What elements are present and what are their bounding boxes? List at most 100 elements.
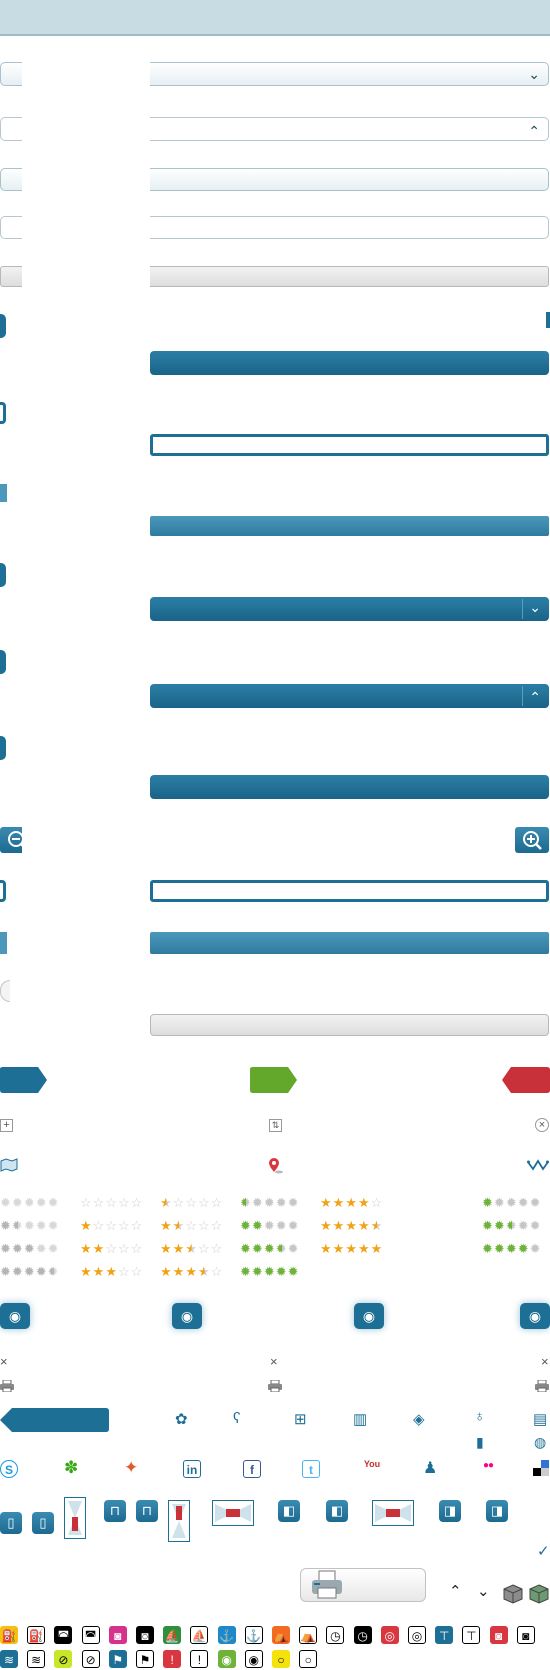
youtube-icon[interactable]: You — [362, 1460, 382, 1478]
star-icon: ★ — [160, 1241, 173, 1256]
printer-icon[interactable] — [268, 1380, 282, 1392]
outlined-input[interactable] — [150, 880, 549, 902]
star-rating[interactable]: ★☆☆☆☆ — [80, 1219, 143, 1233]
star-icon: ✹ — [23, 1264, 36, 1279]
star-rating[interactable]: ★★★★★ — [320, 1219, 383, 1233]
star-icon: ★ — [332, 1218, 346, 1233]
zoom-in-icon — [523, 831, 542, 850]
star-rating[interactable]: ✹✹✹✹✹ — [482, 1219, 542, 1233]
star-rating[interactable]: ★★★★☆ — [160, 1265, 223, 1279]
star-rating[interactable]: ★★★☆☆ — [80, 1265, 143, 1279]
hourglass-slider[interactable] — [64, 1497, 86, 1539]
star-rating[interactable]: ✹✹✹✹✹ — [240, 1196, 300, 1210]
star-icon: ✹ — [493, 1218, 506, 1233]
eye-button[interactable]: ◉ — [520, 1303, 550, 1329]
tab-marker-right — [546, 312, 550, 328]
close-icon[interactable]: × — [541, 1354, 549, 1369]
printer-icon[interactable] — [535, 1380, 549, 1392]
chevron-down-icon[interactable]: ⌄ — [477, 1582, 490, 1600]
hourglass-slider[interactable] — [168, 1500, 190, 1542]
star-icon: ☆ — [130, 1195, 144, 1210]
windows-live-icon[interactable]: ✦ — [124, 1458, 138, 1478]
twitter-icon[interactable]: t — [302, 1460, 320, 1478]
chevron-up-icon[interactable]: ⌃ — [449, 1582, 462, 1600]
expand-icon[interactable]: + — [0, 1119, 13, 1132]
light-blue-bar[interactable] — [150, 932, 549, 954]
star-rating[interactable]: ✹✹✹✹✹ — [0, 1242, 60, 1256]
pin-button[interactable]: ▯ — [32, 1512, 54, 1534]
star-rating[interactable]: ✹✹✹✹✹ — [482, 1196, 542, 1210]
green-tag-button[interactable] — [250, 1067, 298, 1093]
star-icon: ★ — [320, 1241, 333, 1256]
tab-marker — [0, 650, 6, 674]
facebook-icon[interactable]: f — [243, 1460, 261, 1478]
star-icon: ☆ — [105, 1241, 118, 1256]
eye-button[interactable]: ◉ — [0, 1303, 30, 1329]
star-rating[interactable]: ★★☆☆☆ — [160, 1219, 223, 1233]
star-rating[interactable]: ✹✹✹✹✹ — [240, 1265, 300, 1279]
skype-icon[interactable]: S — [0, 1460, 18, 1478]
star-icon: ☆ — [210, 1218, 224, 1233]
star-rating[interactable]: ✹✹✹✹✹ — [482, 1242, 542, 1256]
blank-column — [22, 40, 150, 1038]
star-icon: ★ — [92, 1264, 106, 1279]
star-icon: ★ — [332, 1241, 346, 1256]
star-icon: ☆ — [185, 1218, 198, 1233]
blue-select-collapsed[interactable]: ⌄ — [150, 597, 549, 621]
chevron-down-icon: ⌄ — [528, 66, 540, 82]
light-blue-bar[interactable] — [150, 516, 549, 536]
star-icon: ✹ — [482, 1195, 494, 1210]
outlined-input[interactable] — [150, 434, 549, 456]
flickr-icon[interactable]: ●● — [483, 1460, 494, 1471]
grey-input[interactable] — [150, 1014, 549, 1036]
star-rating[interactable]: ★★★☆☆ — [160, 1242, 223, 1256]
close-icon[interactable]: × — [0, 1354, 8, 1369]
video-camera-button[interactable]: ◧ — [278, 1500, 300, 1522]
star-rating[interactable]: ✹✹✹✹✹ — [240, 1219, 300, 1233]
eye-button[interactable]: ◉ — [172, 1303, 202, 1329]
star-icon: ☆ — [197, 1195, 211, 1210]
star-rating[interactable]: ✹✹✹✹✹ — [240, 1242, 300, 1256]
printer-icon[interactable] — [0, 1380, 14, 1392]
globe-icon: ♁ — [474, 1408, 486, 1425]
star-icon: ✹ — [0, 1195, 12, 1210]
delicious-icon[interactable] — [533, 1460, 549, 1476]
video-camera-button[interactable]: ◨ — [439, 1500, 461, 1522]
star-rating[interactable]: ★★★★★ — [320, 1242, 383, 1256]
myspace-icon[interactable]: ♟ — [423, 1458, 437, 1478]
star-rating[interactable]: ☆☆☆☆☆ — [80, 1196, 143, 1210]
blue-bar[interactable] — [150, 351, 549, 375]
flag-button[interactable]: ⊓ — [136, 1500, 158, 1522]
star-rating[interactable]: ★★☆☆☆ — [80, 1242, 143, 1256]
rating-samples: ✹✹✹✹✹ ✹✹✹✹✹ ✹✹✹✹✹ ✹✹✹✹✹ ☆☆☆☆☆ ★☆☆☆☆ ★★☆☆☆ ★★★☆☆… — [0, 1196, 550, 1279]
linkedin-icon[interactable]: in — [183, 1460, 201, 1478]
icq-icon[interactable]: ✽ — [64, 1458, 78, 1478]
blue-bar[interactable] — [150, 775, 549, 799]
star-rating[interactable]: ✹✹✹✹✹ — [0, 1219, 60, 1233]
video-slider[interactable] — [212, 1500, 254, 1526]
star-rating[interactable]: ★★★★☆ — [320, 1196, 383, 1210]
video-camera-button[interactable]: ◧ — [326, 1500, 348, 1522]
close-icon[interactable]: × — [270, 1354, 278, 1369]
video-slider[interactable] — [372, 1500, 414, 1526]
pin-button[interactable]: ▯ — [0, 1512, 22, 1534]
star-rating[interactable]: ✹✹✹✹✹ — [0, 1196, 60, 1210]
star-icon: ★ — [345, 1218, 358, 1233]
red-tag-button[interactable] — [501, 1067, 550, 1093]
flag-button[interactable]: ⊓ — [104, 1500, 126, 1522]
back-nav-button[interactable] — [0, 1408, 110, 1432]
blue-tag-button[interactable] — [0, 1067, 48, 1093]
print-button[interactable] — [300, 1568, 426, 1602]
close-circle-icon[interactable]: × — [535, 1118, 549, 1132]
star-icon: ☆ — [80, 1195, 93, 1210]
star-rating[interactable]: ✹✹✹✹✹ — [0, 1265, 60, 1279]
video-camera-button[interactable]: ◨ — [486, 1500, 508, 1522]
sort-icon[interactable]: ⇅ — [269, 1119, 282, 1132]
eye-button[interactable]: ◉ — [354, 1303, 384, 1329]
star-rating[interactable]: ★☆☆☆☆ — [160, 1196, 223, 1210]
chevron-up-icon: ⌃ — [528, 123, 540, 139]
star-icon: ✹ — [263, 1218, 276, 1233]
zoom-in-button[interactable] — [515, 827, 549, 853]
star-icon: ☆ — [210, 1241, 224, 1256]
blue-select-expanded[interactable]: ⌃ — [150, 684, 549, 708]
